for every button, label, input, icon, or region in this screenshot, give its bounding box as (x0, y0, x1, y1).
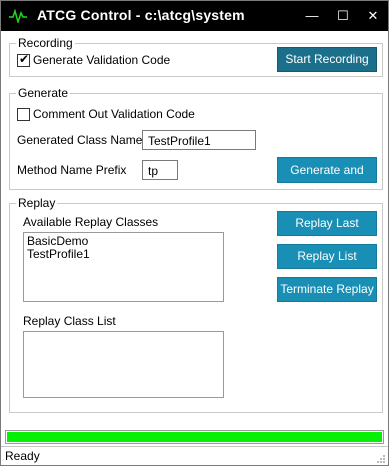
list-item[interactable]: TestProfile1 (27, 248, 220, 261)
progress-bar (5, 430, 384, 444)
class-name-label: Generated Class Name (17, 133, 143, 147)
start-recording-label: Start Recording (285, 52, 369, 66)
minimize-button[interactable]: — (297, 1, 327, 31)
resize-grip-icon[interactable] (376, 454, 386, 464)
method-prefix-label: Method Name Prefix (17, 163, 127, 177)
available-replay-classes-label: Available Replay Classes (23, 215, 159, 229)
terminate-replay-button[interactable]: Terminate Replay (277, 277, 377, 302)
terminate-replay-label: Terminate Replay (280, 282, 374, 296)
waveform-icon (9, 9, 27, 23)
recording-legend: Recording (16, 36, 75, 50)
comment-out-validation-label: Comment Out Validation Code (33, 107, 195, 121)
replay-legend: Replay (16, 196, 58, 210)
replay-class-list[interactable] (23, 331, 224, 398)
progress-fill (7, 432, 382, 442)
main-window: ATCG Control - c:\atcg\system — ☐ ✕ Reco… (0, 0, 389, 466)
status-text: Ready (5, 449, 40, 463)
window-body: Recording ✔ Generate Validation Code Sta… (1, 31, 388, 465)
generate-legend: Generate (16, 86, 71, 100)
start-recording-button[interactable]: Start Recording (277, 47, 377, 72)
replay-list-label: Replay List (297, 249, 357, 263)
generate-and-load-label: Generate and Load (290, 163, 364, 201)
replay-last-label: Replay Last (295, 216, 359, 230)
title-bar[interactable]: ATCG Control - c:\atcg\system — ☐ ✕ (1, 1, 388, 31)
window-title: ATCG Control - c:\atcg\system (37, 7, 245, 23)
class-name-input[interactable]: TestProfile1 (142, 130, 256, 150)
replay-list-button[interactable]: Replay List (277, 244, 377, 269)
replay-class-list-label: Replay Class List (23, 314, 116, 328)
generate-validation-code-label: Generate Validation Code (33, 53, 171, 67)
recording-group: Recording ✔ Generate Validation Code Sta… (9, 36, 383, 77)
status-bar: Ready (1, 446, 388, 466)
available-replay-classes-list[interactable]: BasicDemo TestProfile1 (23, 232, 224, 302)
replay-group: Replay Available Replay Classes BasicDem… (9, 196, 383, 413)
generate-group: Generate Comment Out Validation Code Gen… (9, 86, 383, 201)
generate-and-load-button[interactable]: Generate and Load (277, 157, 377, 201)
replay-last-button[interactable]: Replay Last (277, 211, 377, 236)
generate-validation-code-checkbox[interactable]: ✔ (17, 52, 30, 67)
method-prefix-input[interactable]: tp (142, 160, 178, 180)
close-button[interactable]: ✕ (358, 1, 388, 31)
check-icon: ✔ (19, 52, 30, 66)
comment-out-validation-checkbox[interactable] (17, 108, 30, 121)
maximize-button[interactable]: ☐ (328, 1, 358, 31)
